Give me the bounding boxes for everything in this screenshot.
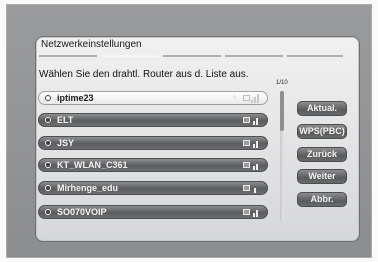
radio-icon bbox=[45, 209, 51, 215]
wifi-signal-icon bbox=[251, 116, 260, 125]
back-button[interactable]: Zurück bbox=[297, 147, 347, 162]
lock-icon bbox=[243, 117, 250, 123]
network-item[interactable]: KT_WLAN_C361 bbox=[38, 158, 268, 172]
list-scrollbar[interactable] bbox=[280, 91, 284, 222]
wps-icon: ⁘ bbox=[231, 95, 238, 101]
network-item[interactable]: Mirhenge_edu bbox=[38, 181, 268, 195]
wps-pbc-button[interactable]: WPS(PBC) bbox=[297, 124, 347, 139]
lock-icon bbox=[243, 95, 250, 101]
instruction-text: Wählen Sie den drahtl. Router aus d. Lis… bbox=[39, 69, 249, 80]
dialog-title: Netzwerkeinstellungen bbox=[41, 39, 142, 50]
step-5 bbox=[287, 55, 343, 57]
step-indicator bbox=[39, 55, 343, 58]
network-item[interactable]: JSY bbox=[38, 136, 268, 150]
next-button[interactable]: Weiter bbox=[297, 169, 347, 184]
network-ssid: KT_WLAN_C361 bbox=[57, 160, 128, 170]
network-item[interactable]: iptime23 ⁘ bbox=[38, 91, 268, 105]
refresh-button[interactable]: Aktual. bbox=[297, 101, 347, 116]
network-ssid: Mirhenge_edu bbox=[57, 183, 119, 193]
radio-icon bbox=[45, 95, 51, 101]
network-item[interactable]: SO070VOIP bbox=[38, 205, 268, 219]
step-2 bbox=[101, 55, 159, 57]
step-4 bbox=[225, 55, 283, 57]
network-ssid: JSY bbox=[57, 138, 75, 148]
lock-icon bbox=[243, 140, 250, 146]
network-item[interactable]: ELT bbox=[38, 113, 268, 127]
page-indicator: 1/10 bbox=[276, 80, 288, 86]
wifi-signal-icon bbox=[251, 139, 260, 148]
wifi-signal-icon bbox=[251, 161, 260, 170]
radio-icon bbox=[45, 117, 51, 123]
cancel-button[interactable]: Abbr. bbox=[297, 192, 347, 207]
lock-icon bbox=[243, 185, 250, 191]
wifi-signal-icon bbox=[251, 184, 260, 193]
radio-icon bbox=[45, 140, 51, 146]
network-ssid: iptime23 bbox=[57, 93, 94, 103]
network-ssid: ELT bbox=[57, 115, 74, 125]
radio-icon bbox=[45, 162, 51, 168]
lock-icon bbox=[243, 209, 250, 215]
scrollbar-thumb[interactable] bbox=[280, 91, 284, 131]
lock-icon bbox=[243, 162, 250, 168]
step-1 bbox=[39, 55, 97, 57]
wifi-signal-icon bbox=[251, 208, 260, 217]
network-ssid: SO070VOIP bbox=[57, 207, 107, 217]
radio-icon bbox=[45, 185, 51, 191]
wifi-signal-icon bbox=[251, 94, 260, 103]
step-3 bbox=[163, 55, 221, 57]
